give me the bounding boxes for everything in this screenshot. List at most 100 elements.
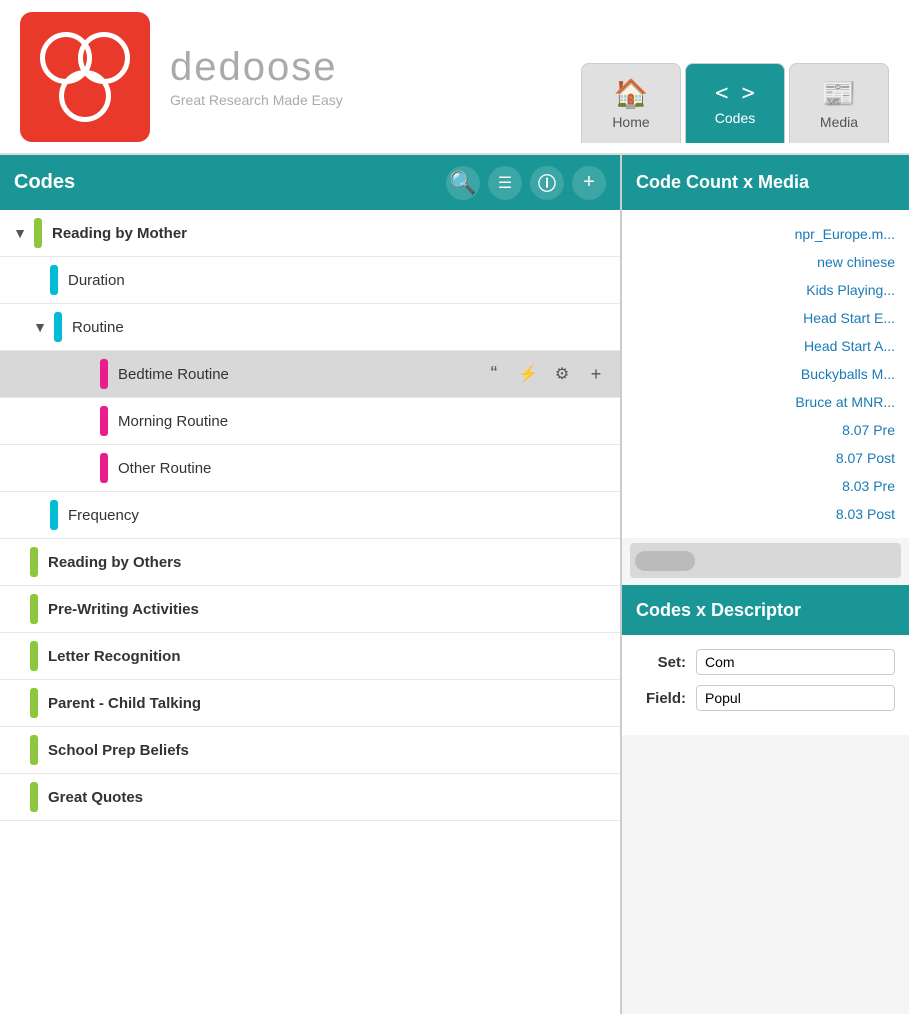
descriptor-content: Set: Field: [622,635,909,735]
logo [20,12,150,142]
code-label-parent-child-talking: Parent - Child Talking [48,695,610,712]
code-item-school-prep-beliefs[interactable]: School Prep Beliefs [0,727,620,774]
color-bar-parent-child-talking [30,688,38,718]
code-label-reading-by-others: Reading by Others [48,554,610,571]
descriptor-section: Codes x Descriptor Set: Field: [622,585,909,735]
header: dedoose Great Research Made Easy 🏠 Home … [0,0,909,155]
color-bar-great-quotes [30,782,38,812]
color-bar-frequency [50,500,58,530]
descriptor-title: Codes x Descriptor [636,600,801,621]
code-label-great-quotes: Great Quotes [48,789,610,806]
field-input[interactable] [696,685,895,711]
filter-button[interactable]: ☰ [488,166,522,200]
main-content: Codes 🔍 ☰ ⓘ + ▼ Reading by Mother Durati… [0,155,909,1014]
code-label-school-prep-beliefs: School Prep Beliefs [48,742,610,759]
media-item-4[interactable]: Head Start A... [622,332,909,360]
code-item-great-quotes[interactable]: Great Quotes [0,774,620,821]
code-label-other-routine: Other Routine [118,460,610,477]
logo-circle-3 [59,70,111,122]
color-bar-other-routine [100,453,108,483]
tab-home-label: Home [612,114,649,130]
set-row: Set: [636,649,895,675]
media-icon: 📰 [822,77,857,110]
media-item-3[interactable]: Head Start E... [622,304,909,332]
code-item-reading-by-others[interactable]: Reading by Others [0,539,620,586]
media-list: npr_Europe.m... new chinese Kids Playing… [622,210,909,538]
code-item-duration[interactable]: Duration [0,257,620,304]
tab-media-label: Media [820,114,858,130]
color-bar-reading-by-mother [34,218,42,248]
code-item-bedtime-routine[interactable]: Bedtime Routine “ ⚡ ⚙ + [0,351,620,398]
tab-home[interactable]: 🏠 Home [581,63,681,143]
logo-circles [40,32,130,122]
code-item-letter-recognition[interactable]: Letter Recognition [0,633,620,680]
media-item-8[interactable]: 8.07 Post [622,444,909,472]
code-count-header: Code Count x Media [622,155,909,210]
color-bar-pre-writing [30,594,38,624]
home-icon: 🏠 [614,77,649,110]
tab-codes-label: Codes [715,110,755,126]
field-label: Field: [636,690,686,707]
code-label-frequency: Frequency [68,507,610,524]
media-scrollbar[interactable] [630,543,901,578]
media-item-0[interactable]: npr_Europe.m... [622,220,909,248]
code-item-parent-child-talking[interactable]: Parent - Child Talking [0,680,620,727]
tab-media[interactable]: 📰 Media [789,63,889,143]
brand-name: dedoose [170,45,343,90]
code-label-bedtime-routine: Bedtime Routine [118,366,480,383]
code-count-section: Code Count x Media npr_Europe.m... new c… [622,155,909,583]
code-item-frequency[interactable]: Frequency [0,492,620,539]
code-item-pre-writing[interactable]: Pre-Writing Activities [0,586,620,633]
media-item-10[interactable]: 8.03 Post [622,500,909,528]
codes-list: ▼ Reading by Mother Duration ▼ Routine B [0,210,620,1014]
media-item-1[interactable]: new chinese [622,248,909,276]
tag-action[interactable]: ⚡ [514,360,542,388]
code-label-routine: Routine [72,319,610,336]
set-label: Set: [636,654,686,671]
color-bar-duration [50,265,58,295]
brand-tagline: Great Research Made Easy [170,92,343,108]
code-label-pre-writing: Pre-Writing Activities [48,601,610,618]
brand-text: dedoose Great Research Made Easy [170,45,343,108]
code-label-letter-recognition: Letter Recognition [48,648,610,665]
color-bar-morning-routine [100,406,108,436]
codes-actions: 🔍 ☰ ⓘ + [446,166,606,200]
code-label-duration: Duration [68,272,610,289]
info-button[interactable]: ⓘ [530,166,564,200]
code-item-morning-routine[interactable]: Morning Routine [0,398,620,445]
color-bar-school-prep-beliefs [30,735,38,765]
code-count-title: Code Count x Media [636,172,809,193]
media-item-5[interactable]: Buckyballs M... [622,360,909,388]
tab-codes[interactable]: < > Codes [685,63,785,143]
expand-reading-by-mother[interactable]: ▼ [10,223,30,243]
set-input[interactable] [696,649,895,675]
color-bar-routine [54,312,62,342]
right-panel: Code Count x Media npr_Europe.m... new c… [622,155,909,1014]
color-bar-reading-by-others [30,547,38,577]
color-bar-bedtime-routine [100,359,108,389]
settings-action[interactable]: ⚙ [548,360,576,388]
quote-action[interactable]: “ [480,360,508,388]
media-item-2[interactable]: Kids Playing... [622,276,909,304]
code-item-routine[interactable]: ▼ Routine [0,304,620,351]
expand-routine[interactable]: ▼ [30,317,50,337]
code-item-reading-by-mother[interactable]: ▼ Reading by Mother [0,210,620,257]
codes-panel-header: Codes 🔍 ☰ ⓘ + [0,155,620,210]
code-item-other-routine[interactable]: Other Routine [0,445,620,492]
codes-panel: Codes 🔍 ☰ ⓘ + ▼ Reading by Mother Durati… [0,155,622,1014]
add-child-action[interactable]: + [582,360,610,388]
descriptor-header: Codes x Descriptor [622,585,909,635]
media-item-7[interactable]: 8.07 Pre [622,416,909,444]
media-item-9[interactable]: 8.03 Pre [622,472,909,500]
search-button[interactable]: 🔍 [446,166,480,200]
media-scrollbar-thumb[interactable] [635,551,695,571]
codes-panel-title: Codes [14,171,446,194]
media-item-6[interactable]: Bruce at MNR... [622,388,909,416]
nav-tabs: 🏠 Home < > Codes 📰 Media [577,10,889,143]
add-code-button[interactable]: + [572,166,606,200]
field-row: Field: [636,685,895,711]
code-label-reading-by-mother: Reading by Mother [52,225,610,242]
color-bar-letter-recognition [30,641,38,671]
codes-icon: < > [715,81,755,106]
code-label-morning-routine: Morning Routine [118,413,610,430]
